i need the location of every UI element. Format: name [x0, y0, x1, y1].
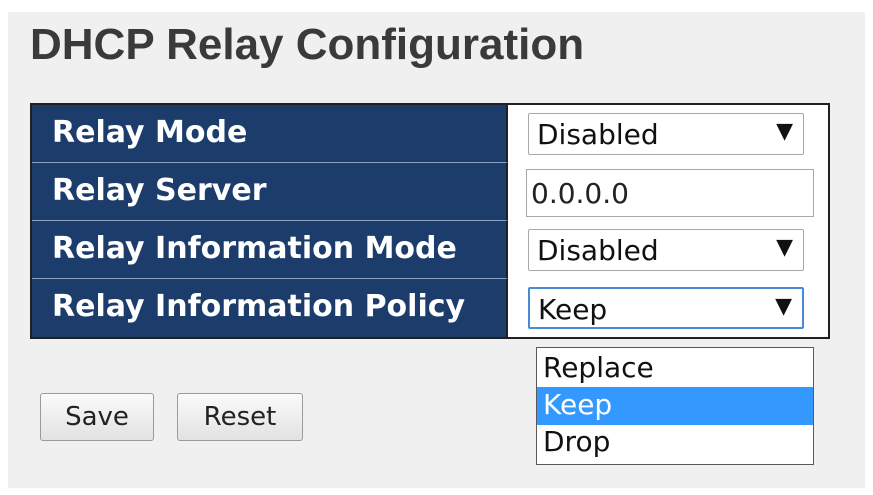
relay-information-mode-select[interactable]: Disabled ▼: [528, 229, 804, 271]
relay-server-label: Relay Server: [52, 173, 267, 208]
chevron-down-icon: ▼: [775, 294, 792, 319]
reset-button[interactable]: Reset: [177, 393, 303, 441]
label-cell: Relay Information Policy: [32, 279, 508, 337]
relay-information-mode-label: Relay Information Mode: [52, 231, 457, 266]
dropdown-option-replace[interactable]: Replace: [537, 350, 813, 388]
config-table: Relay Mode Disabled ▼ Relay Server Relay…: [30, 103, 830, 339]
relay-information-policy-label: Relay Information Policy: [52, 289, 466, 324]
value-cell: Disabled ▼: [508, 221, 828, 279]
value-cell: Disabled ▼: [508, 105, 828, 163]
dropdown-option-keep[interactable]: Keep: [537, 387, 813, 425]
chevron-down-icon: ▼: [776, 235, 793, 260]
relay-information-policy-value: Keep: [538, 293, 608, 326]
relay-mode-label: Relay Mode: [52, 115, 248, 150]
row-relay-server: Relay Server: [32, 163, 828, 221]
label-cell: Relay Server: [32, 163, 508, 221]
page-title: DHCP Relay Configuration: [30, 20, 585, 69]
chevron-down-icon: ▼: [776, 119, 793, 144]
label-cell: Relay Information Mode: [32, 221, 508, 279]
relay-mode-select[interactable]: Disabled ▼: [528, 113, 804, 155]
relay-server-input[interactable]: [526, 169, 814, 217]
value-cell: Keep ▼: [508, 279, 828, 337]
label-cell: Relay Mode: [32, 105, 508, 163]
row-relay-information-policy: Relay Information Policy Keep ▼: [32, 279, 828, 337]
row-relay-information-mode: Relay Information Mode Disabled ▼: [32, 221, 828, 279]
row-relay-mode: Relay Mode Disabled ▼: [32, 105, 828, 163]
relay-information-policy-select[interactable]: Keep ▼: [528, 287, 804, 329]
relay-mode-value: Disabled: [537, 118, 659, 151]
dropdown-option-drop[interactable]: Drop: [537, 424, 813, 462]
save-button[interactable]: Save: [40, 393, 154, 441]
policy-dropdown-list: Replace Keep Drop: [536, 347, 814, 465]
relay-information-mode-value: Disabled: [537, 234, 659, 267]
value-cell: [508, 163, 828, 221]
